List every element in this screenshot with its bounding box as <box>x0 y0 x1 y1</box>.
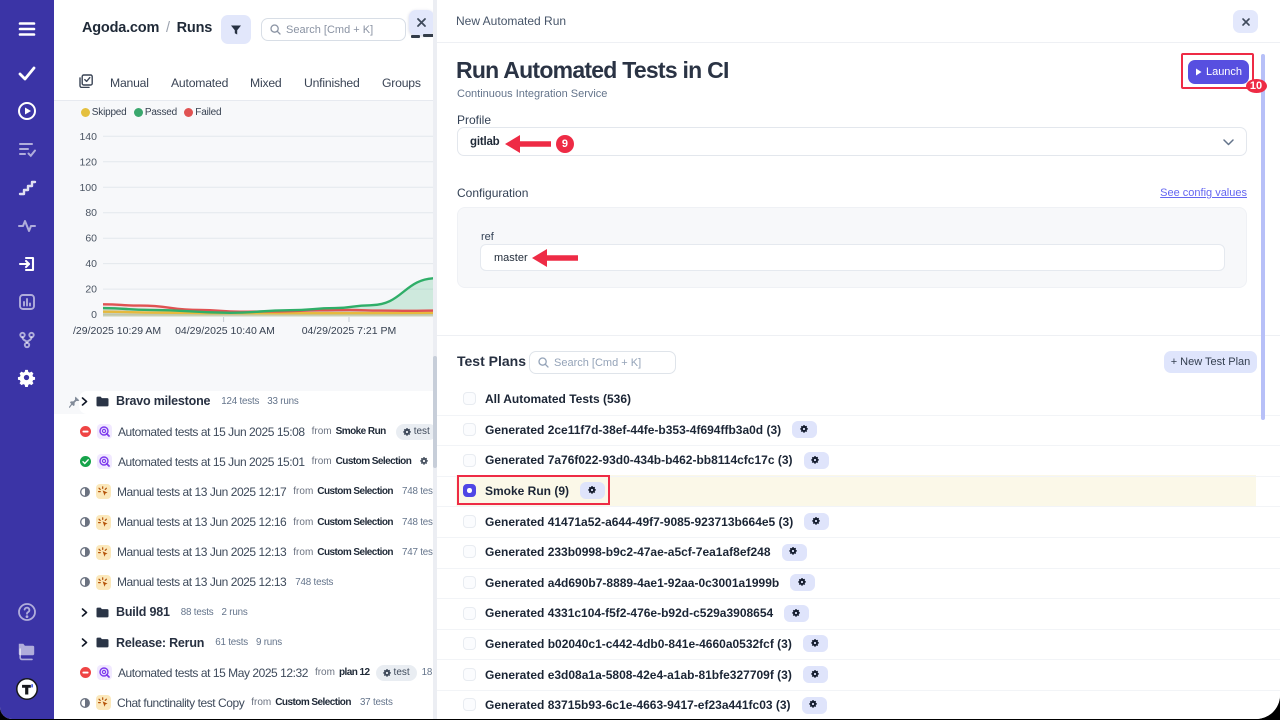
svg-text:04/29/2025 7:21 PM: 04/29/2025 7:21 PM <box>302 325 397 337</box>
svg-text:100: 100 <box>79 182 97 194</box>
svg-text:/29/2025 10:29 AM: /29/2025 10:29 AM <box>73 325 161 337</box>
svg-text:04/29/2025 10:40 AM: 04/29/2025 10:40 AM <box>175 325 275 337</box>
svg-text:40: 40 <box>85 258 97 270</box>
svg-text:140: 140 <box>79 131 97 143</box>
svg-text:60: 60 <box>85 233 97 245</box>
svg-text:120: 120 <box>79 156 97 168</box>
svg-text:0: 0 <box>91 309 97 321</box>
svg-text:20: 20 <box>85 284 97 296</box>
svg-text:80: 80 <box>85 207 97 219</box>
